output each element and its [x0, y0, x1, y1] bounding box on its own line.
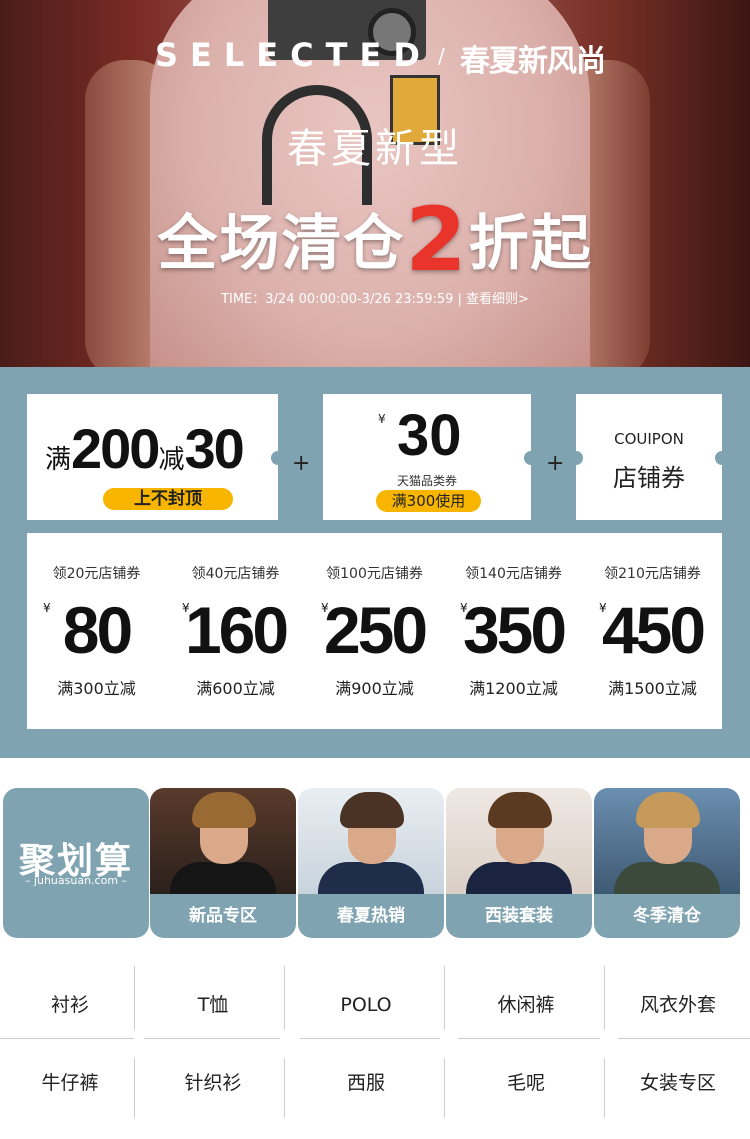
grid-divider: [284, 966, 285, 1030]
coupon-tier[interactable]: 领40元店铺券 ¥ 160 满600立减: [166, 533, 305, 729]
tier-amount: 160: [184, 593, 289, 667]
tmall-currency: ¥: [378, 412, 386, 426]
hero-title-line1: 春夏新型: [287, 126, 463, 172]
hero-banner[interactable]: SELECTED / 春夏新风尚 春夏新型 全场清仓2折起 TIME：3/24 …: [0, 0, 750, 367]
coupon-tier[interactable]: 领140元店铺券 ¥ 350 满1200立减: [444, 533, 583, 729]
subcategory-item[interactable]: 针织衫: [140, 1048, 286, 1118]
coupon-tier[interactable]: 领100元店铺券 ¥ 250 满900立减: [305, 533, 444, 729]
tier-label: 领20元店铺券: [52, 566, 141, 582]
category-tiles: 聚划算 – juhuasuan.com – 新品专区 春夏热销 西装套装 冬季清…: [0, 788, 750, 938]
category-label: 冬季清仓: [594, 894, 740, 938]
grid-divider: [134, 966, 135, 1030]
full-reduction-prefix: 满: [45, 444, 72, 474]
coupon-tier[interactable]: 领20元店铺券 ¥ 80 满300立减: [27, 533, 166, 729]
subcategory-item[interactable]: 牛仔裤: [0, 1048, 140, 1118]
coupon-section: 满200减30 上不封顶 + ¥ 30 天猫品类券 满300使用 + COUIP…: [0, 367, 750, 758]
grid-divider: [604, 966, 605, 1030]
category-label: 新品专区: [150, 894, 296, 938]
tmall-badge: 满300使用: [376, 490, 481, 512]
promo-time-link[interactable]: TIME：3/24 00:00:00-3/26 23:59:59 | 查看细则>: [0, 288, 750, 307]
grid-divider: [284, 1058, 285, 1118]
category-tile-winter[interactable]: 冬季清仓: [594, 788, 740, 938]
coupon-notch: [569, 451, 583, 465]
category-label: 春夏热销: [298, 894, 444, 938]
tmall-category-coupon[interactable]: ¥ 30 天猫品类券 满300使用: [323, 394, 531, 520]
hero-title-highlight: 2: [405, 188, 469, 291]
coupon-notch: [524, 451, 538, 465]
grid-divider: [144, 1038, 280, 1039]
juhuasuan-url: – juhuasuan.com –: [24, 874, 128, 887]
plus-sign: +: [292, 451, 311, 476]
grid-divider: [444, 1058, 445, 1118]
tier-amount: 80: [62, 593, 133, 667]
full-reduction-threshold: 200: [71, 417, 160, 480]
category-tile-new[interactable]: 新品专区: [150, 788, 296, 938]
hero-title-suffix: 折起: [468, 209, 593, 279]
grid-divider: [458, 1038, 600, 1039]
no-cap-badge: 上不封顶: [103, 488, 233, 510]
model-photo-icon: [446, 788, 592, 902]
grid-divider: [618, 1038, 750, 1039]
tier-label: 领40元店铺券: [191, 566, 280, 582]
grid-divider: [0, 1038, 134, 1039]
juhuasuan-tile[interactable]: 聚划算 – juhuasuan.com –: [3, 788, 149, 938]
category-tile-hot[interactable]: 春夏热销: [298, 788, 444, 938]
tier-amount: 350: [462, 593, 567, 667]
hero-title-line2: 全场清仓2折起: [0, 188, 750, 291]
subcategory-item[interactable]: POLO: [286, 970, 446, 1040]
tier-amount: 450: [601, 593, 706, 667]
brand-separator: /: [438, 44, 445, 68]
full-reduction-text: 满200减30: [45, 416, 245, 481]
tier-condition: 满1200立减: [469, 679, 558, 698]
coupon-tier[interactable]: 领210元店铺券 ¥ 450 满1500立减: [583, 533, 722, 729]
model-photo-icon: [150, 788, 296, 902]
subcategory-item[interactable]: 女装专区: [606, 1048, 750, 1118]
category-label: 西装套装: [446, 894, 592, 938]
brand-logo: SELECTED: [155, 36, 432, 74]
hero-title-prefix: 全场清仓: [157, 209, 406, 279]
full-reduction-middle: 减: [158, 444, 185, 474]
tier-label: 领140元店铺券: [465, 566, 562, 582]
subcategory-item[interactable]: 休闲裤: [446, 970, 606, 1040]
subcategory-item[interactable]: T恤: [140, 970, 286, 1040]
grid-divider: [444, 966, 445, 1030]
grid-divider: [134, 1058, 135, 1118]
tmall-label: 天猫品类券: [396, 474, 457, 488]
tier-condition: 满300立减: [57, 679, 136, 698]
tier-amount: 250: [323, 593, 428, 667]
tier-condition: 满600立减: [196, 679, 275, 698]
tmall-amount: 30: [397, 403, 462, 468]
subcategory-item[interactable]: 毛呢: [446, 1048, 606, 1118]
tier-label: 领210元店铺券: [604, 566, 701, 582]
shop-coupon-cn: 店铺券: [613, 464, 685, 492]
plus-sign: +: [546, 451, 565, 476]
subcategory-item[interactable]: 衬衫: [0, 970, 140, 1040]
category-tile-suits[interactable]: 西装套装: [446, 788, 592, 938]
coupon-notch: [715, 451, 729, 465]
grid-divider: [300, 1038, 440, 1039]
shop-coupon[interactable]: COUIPON 店铺券: [576, 394, 722, 520]
shop-coupon-tiers: 领20元店铺券 ¥ 80 满300立减 领40元店铺券 ¥ 160 满600立减…: [27, 533, 722, 729]
full-reduction-coupon[interactable]: 满200减30 上不封顶: [27, 394, 278, 520]
tier-label: 领100元店铺券: [326, 566, 423, 582]
model-photo-icon: [594, 788, 740, 902]
shop-coupon-en: COUIPON: [614, 430, 684, 448]
coupon-notch: [271, 451, 285, 465]
tier-condition: 满1500立减: [608, 679, 697, 698]
subcategory-item[interactable]: 西服: [286, 1048, 446, 1118]
tier-condition: 满900立减: [335, 679, 414, 698]
subcategory-grid: 衬衫 T恤 POLO 休闲裤 风衣外套 牛仔裤 针织衫 西服 毛呢 女装专区: [0, 962, 750, 1132]
grid-divider: [604, 1058, 605, 1118]
model-photo-icon: [298, 788, 444, 902]
brand-tagline: 春夏新风尚: [460, 44, 606, 79]
full-reduction-amount: 30: [184, 417, 244, 480]
subcategory-item[interactable]: 风衣外套: [606, 970, 750, 1040]
